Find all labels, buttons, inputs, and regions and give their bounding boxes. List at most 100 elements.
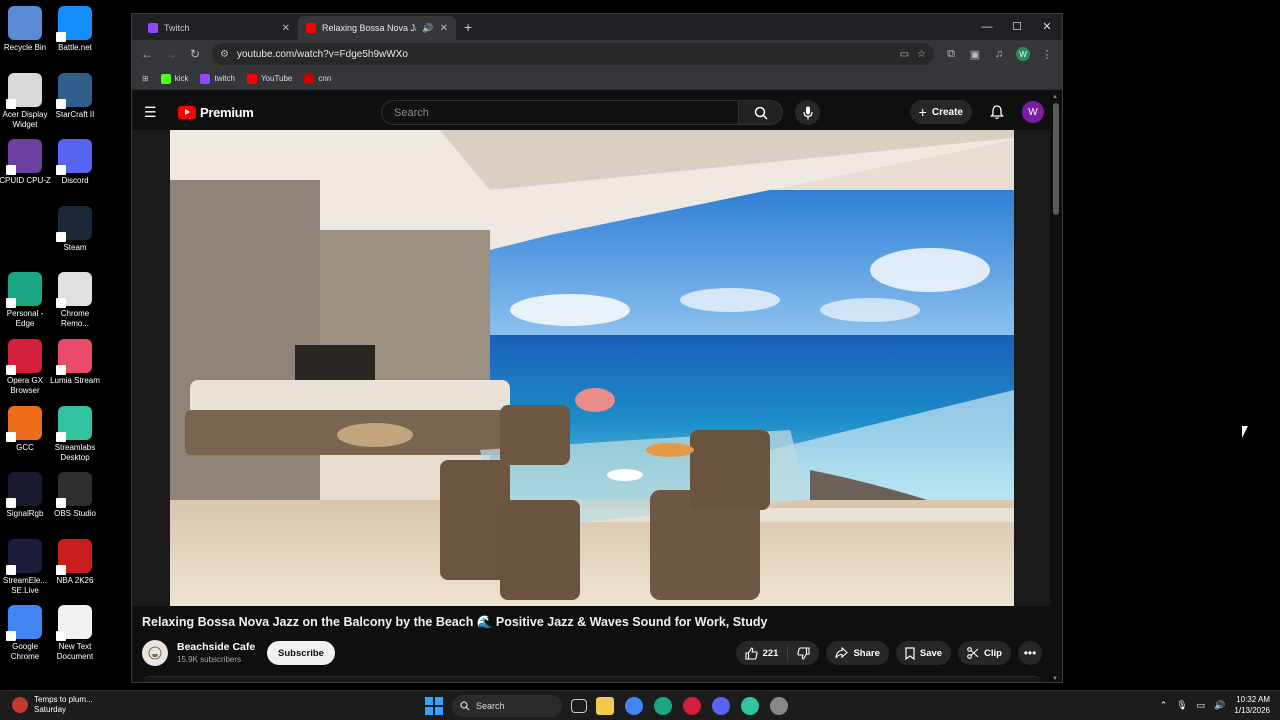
desktop-icon-streamele-se-live[interactable]: StreamEle... SE.Live: [0, 538, 52, 596]
taskbar-chrome-icon[interactable]: [625, 697, 643, 715]
desktop-icon-label: GCC: [16, 442, 34, 452]
bookmark-star-icon[interactable]: ☆: [917, 49, 926, 60]
scrollbar-thumb[interactable]: [1053, 103, 1059, 215]
hamburger-menu-icon[interactable]: ☰: [144, 104, 168, 121]
desktop-icon-label: SignalRgb: [6, 509, 44, 519]
account-avatar[interactable]: W: [1022, 101, 1044, 123]
weather-subtitle: Saturday: [34, 705, 67, 714]
description-box[interactable]: [142, 676, 1042, 682]
url-text[interactable]: youtube.com/watch?v=Fdge5h9wWXo: [237, 49, 892, 60]
task-view-icon[interactable]: [571, 699, 587, 713]
desktop-icon-obs-studio[interactable]: OBS Studio: [48, 472, 102, 519]
desktop-icon-steam[interactable]: Steam: [48, 205, 102, 253]
chrome-menu-icon[interactable]: ⋮: [1040, 48, 1054, 61]
desktop-icon-lumia-stream[interactable]: Lumia Stream: [48, 339, 102, 386]
dislike-button[interactable]: [788, 641, 819, 665]
maximize-button[interactable]: ☐: [1002, 14, 1032, 40]
taskbar-discord-icon[interactable]: [712, 697, 730, 715]
desktop-icon-battle-net[interactable]: Battle.net: [48, 6, 102, 53]
pinned-apps: [596, 697, 788, 715]
volume-icon[interactable]: 🔊: [1214, 700, 1225, 711]
tray-overflow-chevron-icon[interactable]: ⌃: [1160, 700, 1168, 711]
bookmark-cnn[interactable]: cnn: [304, 73, 331, 84]
clip-button[interactable]: Clip: [958, 641, 1011, 665]
desktop-icon-label: Lumia Stream: [50, 376, 100, 385]
create-button[interactable]: + Create: [909, 100, 972, 124]
scissors-icon: [967, 647, 979, 659]
desktop-icon-gcc[interactable]: GCC: [0, 405, 52, 453]
taskbar-streamlabs-icon[interactable]: [741, 697, 759, 715]
app-icon: [56, 205, 92, 242]
scroll-up-arrow-icon[interactable]: ▲: [1052, 94, 1058, 100]
extensions-icon[interactable]: ⧉: [944, 48, 958, 61]
close-window-button[interactable]: ✕: [1032, 14, 1062, 40]
network-icon[interactable]: ▭: [1197, 700, 1206, 711]
bookmark-youtube[interactable]: YouTube: [246, 73, 292, 84]
forward-arrow-icon[interactable]: →: [164, 47, 178, 61]
microphone-tray-icon[interactable]: 🎙: [1176, 700, 1187, 711]
video-player[interactable]: [132, 130, 1052, 606]
search-button[interactable]: [739, 100, 783, 125]
back-arrow-icon[interactable]: ←: [140, 47, 154, 61]
notifications-bell-icon[interactable]: [990, 104, 1004, 120]
voice-search-button[interactable]: [795, 100, 820, 125]
taskbar-file-explorer-icon[interactable]: [596, 697, 614, 715]
channel-name[interactable]: Beachside Cafe: [177, 641, 255, 653]
bookmark-twitch[interactable]: twitch: [200, 73, 235, 84]
save-button[interactable]: Save: [895, 641, 952, 665]
desktop-icon-streamlabs-desktop[interactable]: Streamlabs Desktop: [48, 405, 102, 463]
taskbar-edge-icon[interactable]: [654, 697, 672, 715]
taskbar-opera-gx-icon[interactable]: [683, 697, 701, 715]
desktop-icon-opera-gx-browser[interactable]: Opera GX Browser: [0, 339, 52, 396]
desktop-icon-acer-display-widget[interactable]: Acer Display Widget: [0, 72, 52, 130]
desktop-icon-google-chrome[interactable]: Google Chrome: [0, 605, 52, 662]
desktop-icon-starcraft-ii[interactable]: StarCraft II: [48, 72, 102, 120]
desktop-icon-chrome-remo[interactable]: Chrome Remo...: [48, 272, 102, 329]
side-panel-icon[interactable]: ▣: [968, 48, 982, 61]
desktop-icon-new-text-document[interactable]: New Text Document: [48, 605, 102, 662]
shortcut-arrow-icon: [6, 498, 16, 509]
desktop-icon-recycle-bin[interactable]: Recycle Bin: [0, 6, 52, 53]
cast-icon[interactable]: ▭: [900, 49, 909, 60]
more-actions-button[interactable]: •••: [1018, 641, 1042, 665]
bookmarks-bar: ⊞ kick twitch YouTube cnn: [132, 68, 1062, 90]
taskbar-steam-settings-icon[interactable]: [770, 697, 788, 715]
shortcut-arrow-icon: [56, 32, 66, 42]
channel-avatar[interactable]: [142, 640, 168, 666]
start-button[interactable]: [425, 697, 443, 715]
share-button[interactable]: Share: [826, 641, 889, 665]
new-tab-button[interactable]: +: [464, 19, 472, 35]
desktop-icon-signalrgb[interactable]: SignalRgb: [0, 472, 52, 519]
apps-grid-icon[interactable]: ⊞: [142, 74, 149, 83]
bookmark-kick[interactable]: kick: [160, 73, 188, 84]
profile-avatar[interactable]: W: [1016, 47, 1030, 61]
youtube-logo[interactable]: Premium: [178, 105, 254, 120]
search-input[interactable]: Search: [381, 100, 739, 125]
taskbar-search[interactable]: Search: [452, 695, 562, 717]
site-info-icon[interactable]: ⚙: [220, 49, 229, 60]
desktop-icon-personal-edge[interactable]: Personal - Edge: [0, 272, 52, 329]
media-control-icon[interactable]: ♫: [992, 48, 1006, 60]
subscribe-button[interactable]: Subscribe: [267, 641, 335, 665]
audio-playing-icon[interactable]: 🔊: [422, 23, 433, 34]
search-area: Search: [381, 100, 820, 125]
desktop-icon-cpuid-cpu-z[interactable]: CPUID CPU-Z: [0, 139, 52, 186]
tab-twitch[interactable]: Twitch ✕: [140, 16, 298, 40]
page-scrollbar[interactable]: ▲ ▼: [1050, 94, 1062, 682]
minimize-button[interactable]: —: [972, 14, 1002, 40]
close-tab-icon[interactable]: ✕: [282, 23, 290, 34]
weather-widget[interactable]: Temps to plum... Saturday: [12, 695, 93, 715]
shortcut-arrow-icon: [56, 431, 66, 442]
desktop-icon-discord[interactable]: Discord: [48, 139, 102, 186]
clock[interactable]: 10:32 AM 1/13/2026: [1234, 694, 1270, 716]
video-frame[interactable]: [170, 130, 1014, 606]
like-button[interactable]: 221: [736, 641, 788, 665]
shortcut-arrow-icon: [6, 365, 16, 375]
tab-youtube[interactable]: Relaxing Bossa Nova Jazz o 🔊 ✕: [298, 16, 456, 40]
close-tab-icon[interactable]: ✕: [440, 23, 448, 34]
scroll-down-arrow-icon[interactable]: ▼: [1052, 676, 1058, 682]
desktop-icon-nba-2k26[interactable]: NBA 2K26: [48, 538, 102, 586]
desktop-icon-label: New Text Document: [56, 642, 94, 662]
reload-icon[interactable]: ↻: [188, 47, 202, 61]
url-bar[interactable]: ⚙ youtube.com/watch?v=Fdge5h9wWXo ▭ ☆: [212, 43, 934, 65]
